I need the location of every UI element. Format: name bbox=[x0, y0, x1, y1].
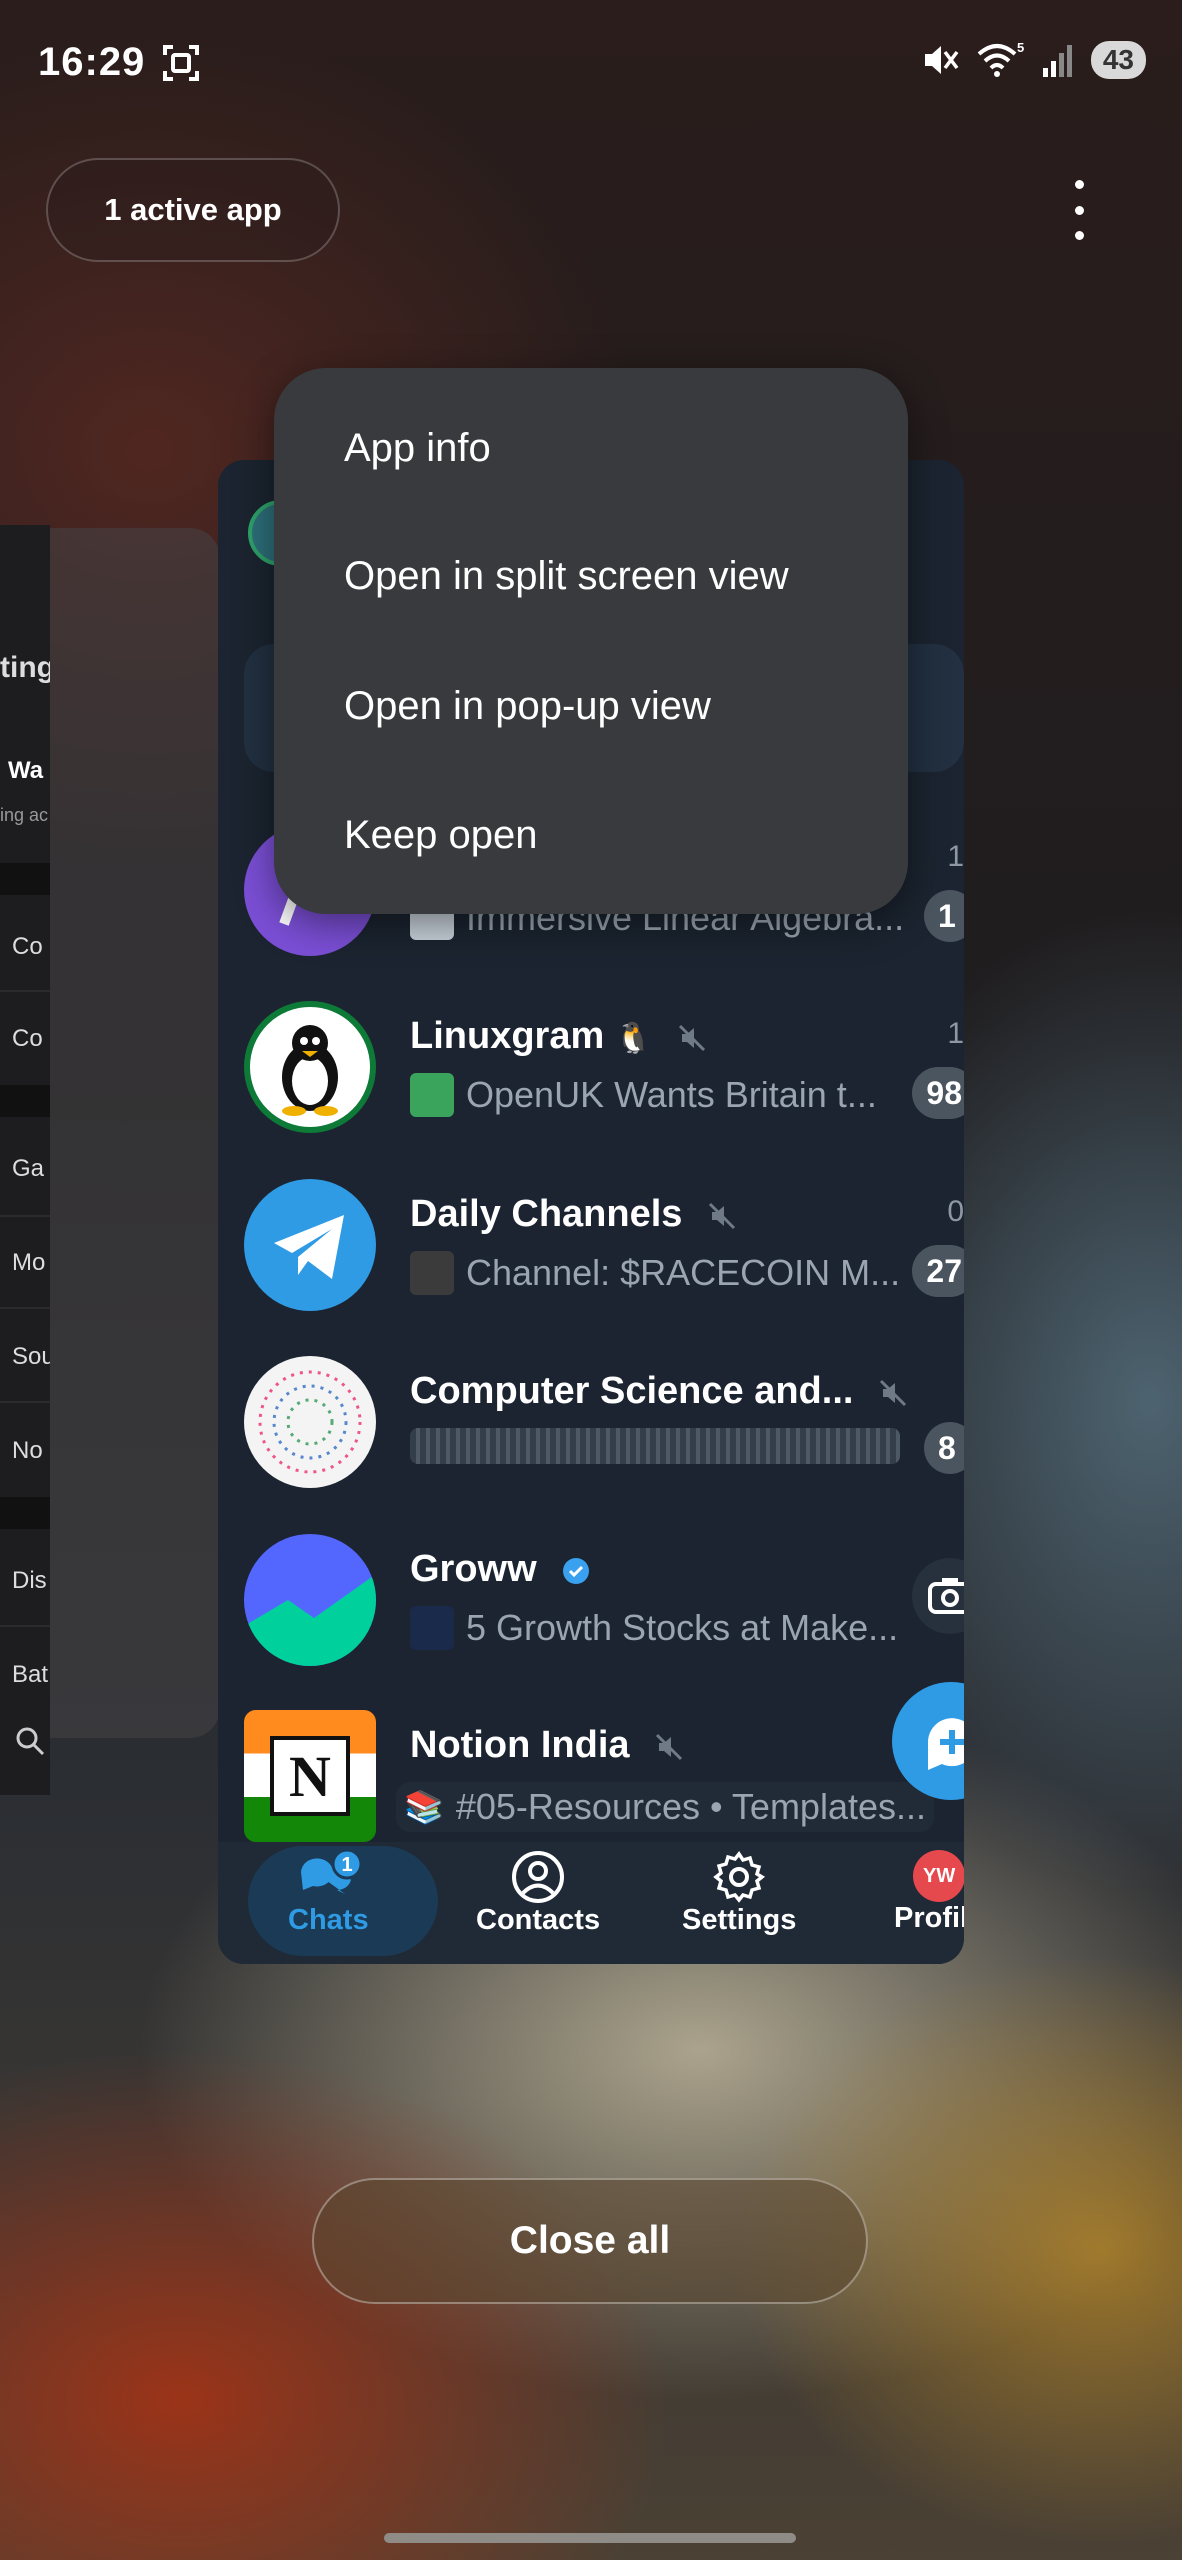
muted-icon bbox=[678, 1024, 705, 1052]
settings-row: Bat bbox=[12, 1661, 49, 1688]
chat-item[interactable]: N Notion India 📚 #05-Resources • Template… bbox=[218, 1686, 964, 1864]
chat-item[interactable]: Computer Science and... 8 bbox=[218, 1332, 964, 1510]
compose-icon bbox=[928, 1718, 964, 1770]
settings-app-card[interactable]: ting Wa ing ac Co Co Ga Mo Sou No Dis Ba… bbox=[0, 525, 50, 1795]
menu-item-popup-view[interactable]: Open in pop-up view bbox=[344, 684, 711, 729]
chat-time: 1 bbox=[947, 1017, 964, 1050]
screenshot-icon bbox=[163, 45, 199, 81]
chat-name: Linuxgram 🐧 bbox=[410, 1015, 707, 1058]
chats-icon: 1 bbox=[301, 1850, 363, 1894]
settings-row: Ga bbox=[12, 1155, 45, 1182]
settings-row: Mo bbox=[12, 1249, 46, 1276]
tab-chats[interactable]: 1 Chats bbox=[288, 1850, 369, 1937]
chat-item[interactable]: Groww 5 Growth Stocks at Make... bbox=[218, 1510, 964, 1688]
new-message-button[interactable] bbox=[892, 1682, 964, 1800]
settings-row: Wa bbox=[8, 757, 44, 784]
settings-row: Co bbox=[12, 1025, 43, 1052]
camera-icon bbox=[928, 1578, 964, 1614]
groww-logo-icon bbox=[244, 1574, 376, 1666]
muted-icon bbox=[879, 1379, 907, 1407]
chat-name: Computer Science and... bbox=[410, 1370, 908, 1413]
camera-button[interactable] bbox=[912, 1558, 964, 1634]
mute-icon bbox=[924, 46, 959, 74]
home-indicator[interactable] bbox=[384, 2533, 796, 2543]
chat-time: 1 bbox=[947, 840, 964, 873]
settings-row: Co bbox=[12, 933, 43, 960]
penguin-icon bbox=[282, 1025, 338, 1116]
signal-icon bbox=[1042, 45, 1072, 77]
unread-badge: 98 bbox=[912, 1067, 964, 1119]
settings-row: Dis bbox=[12, 1567, 47, 1594]
app-context-menu: App info Open in split screen view Open … bbox=[274, 368, 908, 914]
battery-level: 43 bbox=[1090, 41, 1146, 79]
contacts-icon bbox=[512, 1851, 565, 1903]
tab-profile[interactable]: YW Profile bbox=[894, 1850, 964, 1935]
chat-avatar bbox=[244, 1534, 376, 1666]
verified-icon bbox=[563, 1557, 590, 1584]
tab-settings[interactable]: Settings bbox=[682, 1850, 796, 1937]
chat-item[interactable]: Linuxgram 🐧 1 OpenUK Wants Britain t... … bbox=[218, 977, 964, 1155]
chat-preview: OpenUK Wants Britain t... bbox=[410, 1073, 877, 1117]
background-app-shadow bbox=[50, 528, 220, 1738]
chat-preview: Channel: $RACECOIN M... bbox=[410, 1251, 900, 1295]
menu-item-app-info[interactable]: App info bbox=[344, 426, 491, 471]
chat-avatar: N bbox=[244, 1710, 376, 1842]
telegram-plane-icon bbox=[274, 1215, 344, 1279]
chat-preview: 5 Growth Stocks at Make... bbox=[410, 1606, 898, 1650]
chat-preview: 📚 #05-Resources • Templates... bbox=[396, 1782, 935, 1832]
chat-avatar bbox=[244, 1179, 376, 1311]
chat-preview-blurred bbox=[410, 1428, 900, 1464]
chat-name: Daily Channels bbox=[410, 1193, 737, 1236]
more-options-icon[interactable] bbox=[1060, 180, 1098, 240]
unread-badge: 27 bbox=[912, 1245, 964, 1297]
profile-avatar: YW bbox=[913, 1850, 964, 1902]
gear-icon bbox=[713, 1851, 766, 1903]
notion-logo-icon: N bbox=[270, 1736, 350, 1816]
active-apps-button[interactable]: 1 active app bbox=[46, 158, 340, 262]
bottom-tab-bar: 1 Chats Contacts Settings YW Profile bbox=[218, 1842, 964, 1964]
menu-item-keep-open[interactable]: Keep open bbox=[344, 813, 538, 858]
settings-row: ing ac bbox=[0, 805, 49, 825]
wifi-badge: 5 bbox=[1017, 40, 1024, 55]
search-icon bbox=[16, 1727, 45, 1756]
muted-icon bbox=[656, 1733, 683, 1761]
close-all-button[interactable]: Close all bbox=[312, 2178, 868, 2304]
chat-avatar bbox=[244, 1001, 376, 1133]
unread-badge: 1 bbox=[924, 890, 964, 942]
settings-row: No bbox=[12, 1437, 43, 1464]
muted-icon bbox=[708, 1202, 736, 1230]
wifi-icon: 5 bbox=[977, 40, 1024, 77]
chat-name: Groww bbox=[410, 1548, 591, 1591]
chats-badge: 1 bbox=[342, 1854, 353, 1876]
settings-row: Sou bbox=[12, 1343, 50, 1370]
tab-contacts[interactable]: Contacts bbox=[476, 1850, 600, 1937]
chat-item[interactable]: Daily Channels 0 Channel: $RACECOIN M...… bbox=[218, 1155, 964, 1333]
chat-name: Notion India bbox=[410, 1724, 684, 1767]
unread-badge: 8 bbox=[924, 1422, 964, 1474]
settings-title: ting bbox=[0, 651, 50, 684]
chat-avatar bbox=[244, 1356, 376, 1488]
chat-time: 0 bbox=[947, 1195, 964, 1228]
status-icons: 5 43 bbox=[921, 40, 1146, 80]
status-time: 16:29 bbox=[38, 40, 146, 84]
menu-item-split-screen[interactable]: Open in split screen view bbox=[344, 554, 789, 599]
